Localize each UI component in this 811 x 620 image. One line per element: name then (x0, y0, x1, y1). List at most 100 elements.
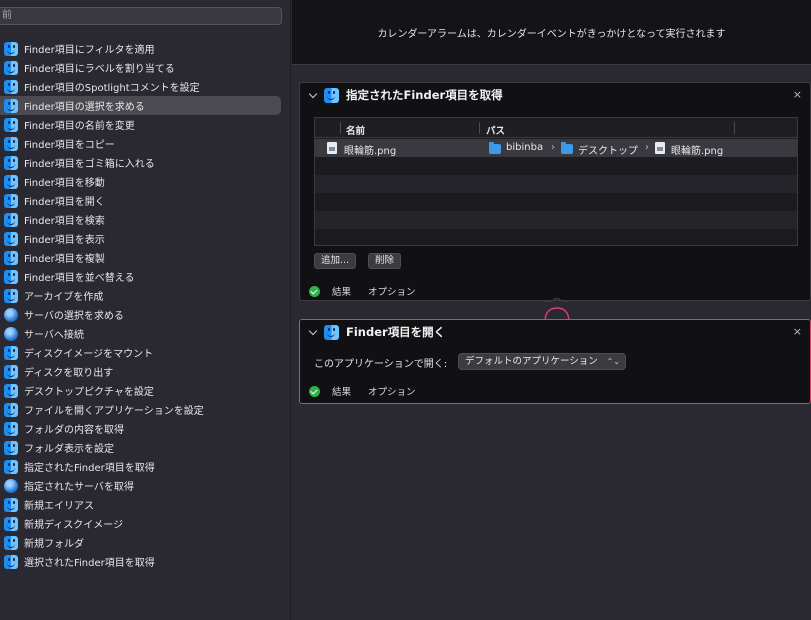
action-list-item[interactable]: Finder項目をゴミ箱に入れる (0, 153, 291, 172)
path-segment-file: 眼輪筋.png (671, 146, 724, 157)
add-button[interactable]: 追加... (314, 253, 357, 269)
table-header: 名前 パス (315, 118, 797, 138)
path-separator: › (645, 142, 649, 153)
action-list-item[interactable]: フォルダ表示を設定 (0, 438, 291, 457)
action-list-item-label: Finder項目をコピー (24, 140, 115, 151)
finder-icon (4, 193, 18, 208)
png-file-icon (655, 142, 665, 154)
action-list-item-label: 新規ディスクイメージ (24, 520, 124, 531)
results-toggle[interactable]: 結果 (332, 284, 351, 298)
file-table[interactable]: 名前 パス 眼輪筋.png bibinba › デスクトップ › 眼輪筋.png (314, 117, 798, 246)
action-list-item[interactable]: Finder項目を開く (0, 191, 291, 210)
action-list-item[interactable]: Finder項目にラベルを割り当てる (0, 58, 291, 77)
action-title: 指定されたFinder項目を取得 (346, 88, 503, 102)
action-list-item[interactable]: フォルダの内容を取得 (0, 419, 291, 438)
automator-window: 前 Finder項目にフィルタを適用 Finder項目にラベルを割り当てる Find… (0, 0, 811, 620)
action-list-item-label: フォルダ表示を設定 (24, 444, 114, 455)
action-list-item[interactable]: 指定されたサーバを取得 (0, 476, 291, 495)
finder-icon (4, 155, 18, 170)
action-list-item-label: デスクトップピクチャを設定 (24, 387, 154, 398)
action-list-item-label: Finder項目を複製 (24, 254, 105, 265)
finder-icon (4, 459, 18, 474)
action-list-item[interactable]: ディスクイメージをマウント (0, 343, 291, 362)
action-open-finder-items[interactable]: Finder項目を開く × このアプリケーションで開く: デフォルトのアプリケー… (299, 319, 811, 404)
action-list-item[interactable]: Finder項目にフィルタを適用 (0, 39, 291, 58)
action-list-item[interactable]: Finder項目を表示 (0, 229, 291, 248)
action-list-item-label: Finder項目にラベルを割り当てる (24, 64, 175, 75)
options-toggle[interactable]: オプション (368, 384, 416, 398)
table-row-empty (315, 211, 797, 229)
action-list-item-label: 指定されたサーバを取得 (24, 482, 134, 493)
finder-icon (324, 87, 339, 103)
open-with-label: このアプリケーションで開く: (314, 359, 448, 370)
column-header-path[interactable]: パス (486, 123, 505, 137)
action-list-item[interactable]: アーカイブを作成 (0, 286, 291, 305)
action-list-item[interactable]: ディスクを取り出す (0, 362, 291, 381)
application-select-value: デフォルトのアプリケーション (465, 356, 598, 367)
search-field[interactable]: 前 (0, 7, 282, 25)
network-icon (4, 326, 18, 341)
finder-icon (4, 41, 18, 56)
action-list-item-label: フォルダの内容を取得 (24, 425, 124, 436)
action-list-item[interactable]: Finder項目を並べ替える (0, 267, 291, 286)
options-toggle[interactable]: オプション (368, 284, 416, 298)
action-list-item[interactable]: Finder項目を検索 (0, 210, 291, 229)
action-list-item[interactable]: サーバへ接続 (0, 324, 291, 343)
finder-icon (4, 421, 18, 436)
network-icon (4, 307, 18, 322)
action-list-item-label: Finder項目を並べ替える (24, 273, 135, 284)
table-row[interactable]: 眼輪筋.png bibinba › デスクトップ › 眼輪筋.png (315, 139, 797, 157)
action-list-item[interactable]: 指定されたFinder項目を取得 (0, 457, 291, 476)
workflow-area: カレンダーアラームは、カレンダーイベントがきっかけとなって実行されます 指定され… (292, 0, 811, 620)
table-row-empty (315, 157, 797, 175)
workflow-header: カレンダーアラームは、カレンダーイベントがきっかけとなって実行されます (292, 0, 811, 65)
finder-icon (4, 98, 18, 113)
close-icon[interactable]: × (793, 326, 802, 337)
action-list-item[interactable]: 新規ディスクイメージ (0, 514, 291, 533)
finder-icon (4, 174, 18, 189)
action-footer: 結果 オプション (309, 284, 416, 298)
action-title: Finder項目を開く (346, 325, 446, 339)
table-row-empty (315, 229, 797, 245)
action-footer: 結果 オプション (309, 384, 416, 398)
action-list-item[interactable]: Finder項目を複製 (0, 248, 291, 267)
action-list-item-label: サーバの選択を求める (24, 311, 124, 322)
column-separator (734, 122, 735, 134)
finder-icon (4, 231, 18, 246)
action-list-item-label: Finder項目を移動 (24, 178, 105, 189)
action-list-item[interactable]: Finder項目を移動 (0, 172, 291, 191)
updown-arrows-icon: ⌃⌄ (606, 357, 620, 366)
column-separator (340, 122, 341, 134)
action-list-item[interactable]: 選択されたFinder項目を取得 (0, 552, 291, 571)
chevron-down-icon[interactable] (308, 90, 318, 100)
close-icon[interactable]: × (793, 89, 802, 100)
home-folder-icon (489, 142, 501, 154)
action-list-item-label: 新規フォルダ (24, 539, 84, 550)
action-list-item[interactable]: サーバの選択を求める (0, 305, 291, 324)
action-list-item[interactable]: Finder項目の選択を求める (0, 96, 281, 115)
delete-button[interactable]: 削除 (368, 253, 402, 269)
action-list-item[interactable]: Finder項目のSpotlightコメントを設定 (0, 77, 291, 96)
finder-icon (4, 535, 18, 550)
column-separator (479, 122, 480, 134)
action-list-item[interactable]: 新規フォルダ (0, 533, 291, 552)
action-get-specified-finder-items[interactable]: 指定されたFinder項目を取得 × 名前 パス 眼輪筋.png bibinba… (299, 82, 811, 301)
finder-icon (4, 554, 18, 569)
finder-icon (324, 324, 339, 340)
action-list-item[interactable]: デスクトップピクチャを設定 (0, 381, 291, 400)
action-list-item-label: ディスクイメージをマウント (24, 349, 154, 360)
chevron-down-icon[interactable] (308, 327, 318, 337)
column-header-name[interactable]: 名前 (346, 123, 365, 137)
action-list-item[interactable]: Finder項目をコピー (0, 134, 291, 153)
table-row-empty (315, 193, 797, 211)
action-list-item[interactable]: 新規エイリアス (0, 495, 291, 514)
finder-icon (4, 269, 18, 284)
finder-icon (4, 516, 18, 531)
application-select[interactable]: デフォルトのアプリケーション ⌃⌄ (458, 353, 626, 370)
results-toggle[interactable]: 結果 (332, 384, 351, 398)
table-row-empty (315, 175, 797, 193)
action-library-sidebar: 前 Finder項目にフィルタを適用 Finder項目にラベルを割り当てる Find… (0, 0, 291, 620)
path-segment-home: bibinba (506, 142, 544, 153)
action-list-item[interactable]: Finder項目の名前を変更 (0, 115, 291, 134)
action-list-item[interactable]: ファイルを開くアプリケーションを設定 (0, 400, 291, 419)
